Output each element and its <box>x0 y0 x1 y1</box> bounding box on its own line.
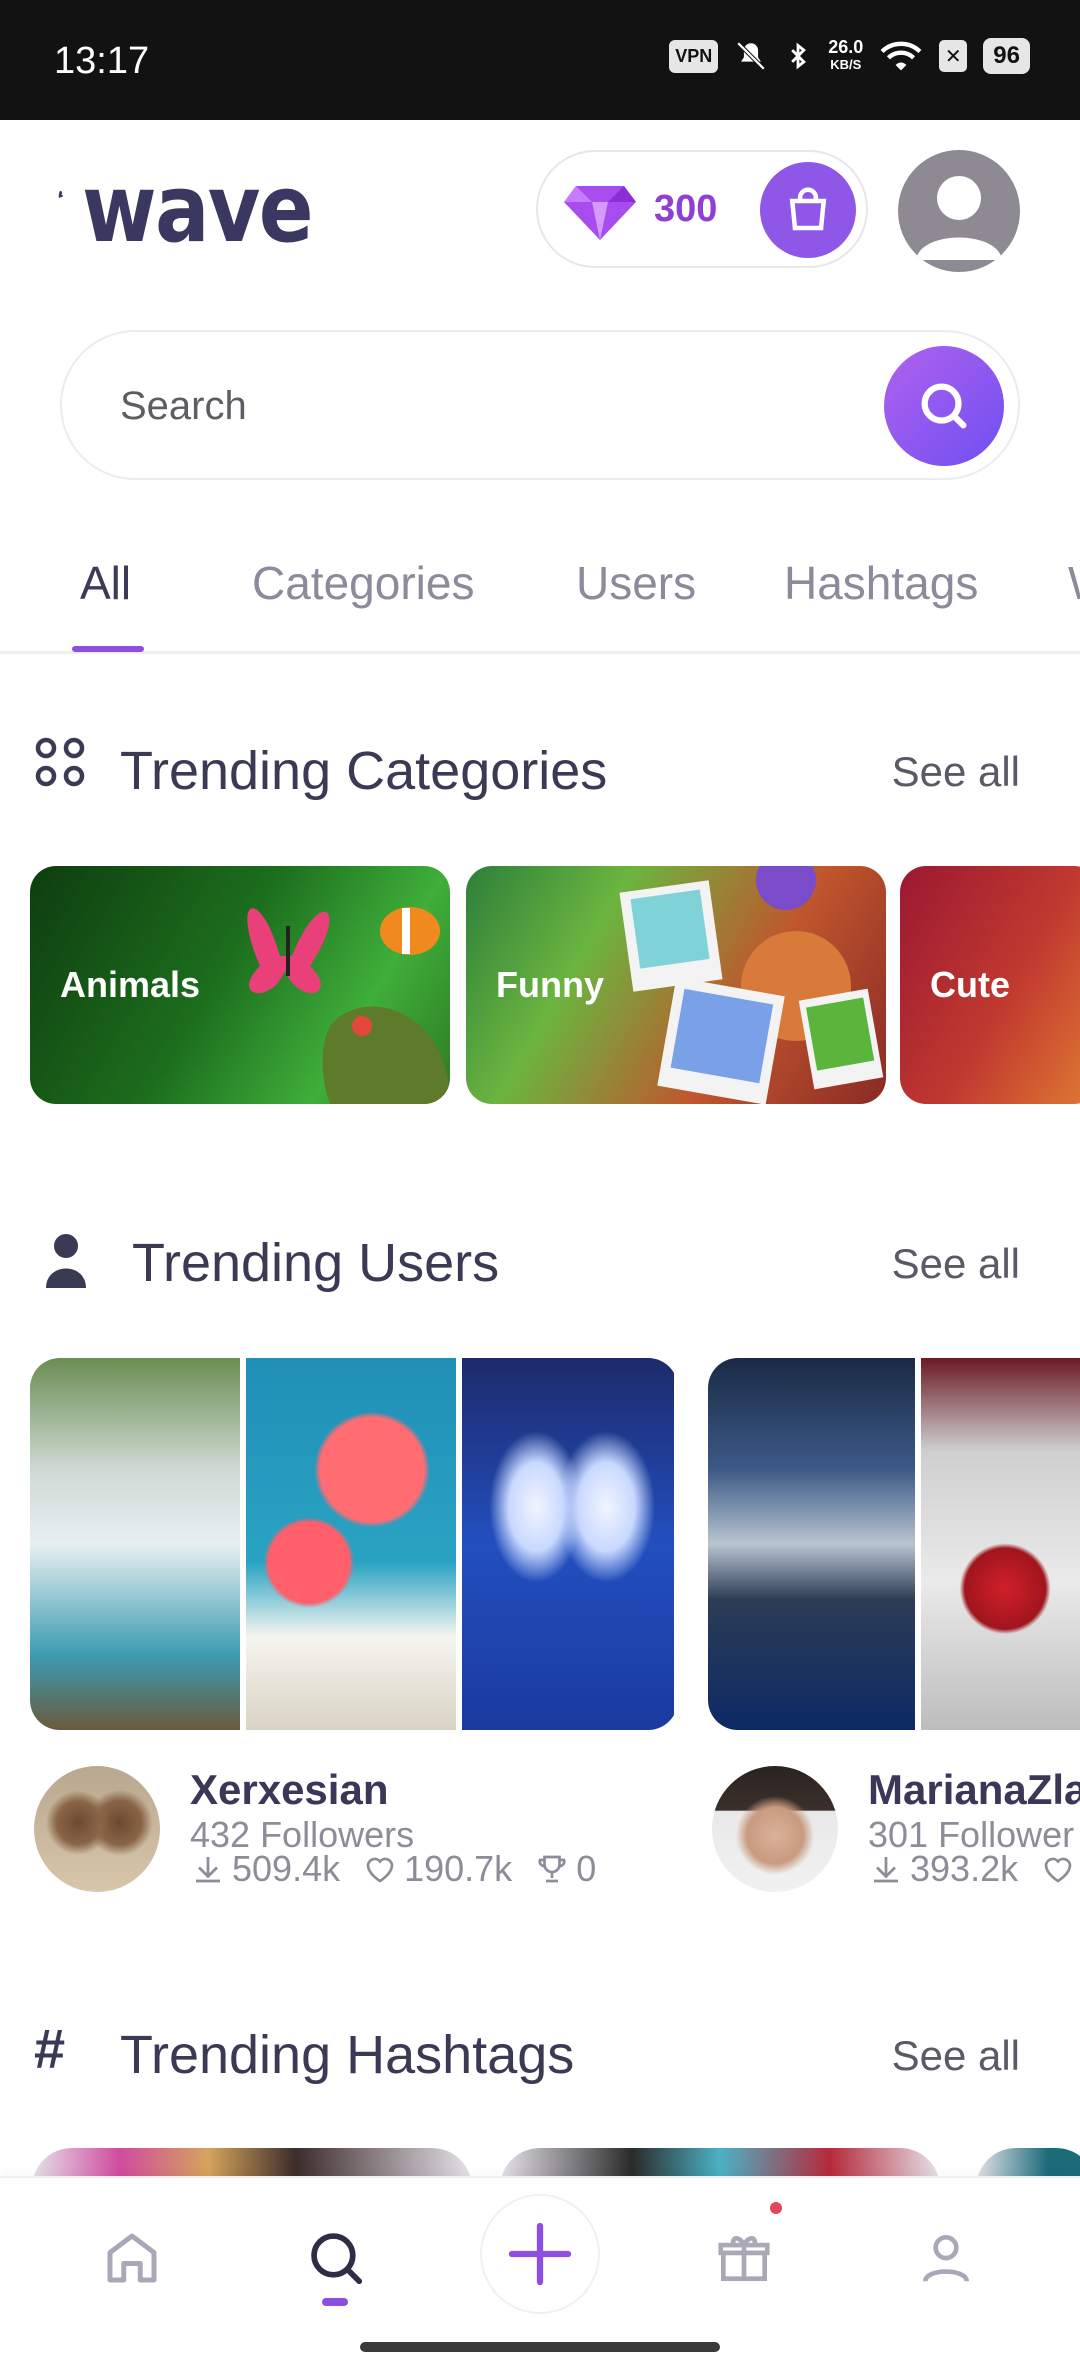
shopping-bag-icon <box>789 187 827 231</box>
home-icon <box>107 2233 157 2283</box>
wallpaper-thumbnail-peacocks[interactable] <box>462 1358 674 1730</box>
filter-tabs: All Categories Users Hashtags W <box>0 540 1080 654</box>
downloads-count: 509.4k <box>232 1848 341 1889</box>
network-speed: 26.0 KB/S <box>828 38 863 74</box>
active-nav-indicator <box>322 2298 348 2306</box>
active-tab-indicator <box>72 646 144 652</box>
gem-balance-pill[interactable]: 300 <box>536 150 868 268</box>
net-speed-value: 26.0 <box>828 37 864 57</box>
heart-icon <box>1044 1857 1072 1883</box>
category-label: Cute <box>930 964 1010 1005</box>
app-logo: wave <box>82 155 314 264</box>
likes-stat: 190.7k <box>362 1848 512 1890</box>
search-input[interactable] <box>120 376 880 436</box>
user-name[interactable]: Xerxesian <box>190 1766 388 1814</box>
likes-count: 190.7k <box>404 1848 513 1889</box>
status-time: 13:17 <box>54 40 150 82</box>
user-gallery-xerxesian[interactable] <box>30 1358 678 1730</box>
user-card-xerxesian[interactable]: Xerxesian 432 Followers 509.4k 190.7k 0 <box>34 1766 674 1896</box>
trophy-icon <box>538 1855 566 1883</box>
see-all-hashtags-link[interactable]: See all <box>892 2032 1020 2080</box>
create-button[interactable] <box>480 2194 600 2314</box>
heart-icon <box>366 1857 394 1883</box>
gem-icon <box>564 186 636 240</box>
tab-all[interactable]: All <box>80 556 131 610</box>
downloads-stat: 393.2k <box>868 1848 1018 1890</box>
battery-level: 96 <box>983 38 1030 74</box>
nav-gifts[interactable] <box>704 2218 784 2298</box>
tab-users[interactable]: Users <box>576 556 696 610</box>
vpn-badge: VPN <box>669 39 719 73</box>
nav-search[interactable] <box>296 2218 376 2298</box>
downloads-stat: 509.4k <box>190 1848 340 1890</box>
person-icon <box>46 1234 86 1288</box>
default-avatar-icon <box>916 176 1002 260</box>
status-icons: VPN 26.0 KB/S ✕ 96 <box>669 38 1030 74</box>
user-avatar[interactable] <box>712 1766 838 1892</box>
user-card-marianazla[interactable]: MarianaZla 301 Follower 393.2k <box>712 1766 1080 1896</box>
section-title-trending-categories: Trending Categories <box>120 741 608 801</box>
download-icon <box>196 1857 220 1883</box>
shop-button[interactable] <box>760 162 856 258</box>
profile-icon <box>923 2235 969 2283</box>
gift-icon <box>718 2235 770 2281</box>
category-label: Animals <box>60 964 201 1005</box>
user-stats: 393.2k <box>868 1848 1076 1890</box>
wifi-icon <box>880 41 922 71</box>
user-stats: 509.4k 190.7k 0 <box>190 1848 596 1890</box>
hashtag-icon: # <box>34 2017 66 2080</box>
bluetooth-icon <box>791 42 807 70</box>
nav-profile[interactable] <box>906 2218 986 2298</box>
trophies-count: 0 <box>576 1848 597 1889</box>
wallpaper-thumbnail-zipper-heart[interactable] <box>920 1358 1080 1730</box>
user-gallery-marianazla[interactable] <box>708 1358 1080 1730</box>
trophies-stat: 0 <box>534 1848 596 1890</box>
x-box-icon: ✕ <box>939 40 968 72</box>
mute-bell-icon <box>736 41 766 71</box>
tab-hashtags[interactable]: Hashtags <box>784 556 978 610</box>
gift-notification-dot <box>770 2202 782 2214</box>
wallpaper-thumbnail-waterfall[interactable] <box>30 1358 240 1730</box>
gesture-home-bar[interactable] <box>360 2342 720 2352</box>
category-card-animals[interactable]: Animals <box>30 866 450 1104</box>
net-speed-unit: KB/S <box>830 57 862 72</box>
tab-more[interactable]: W <box>1068 556 1080 610</box>
wallpaper-thumbnail-fish[interactable] <box>246 1358 456 1730</box>
category-label: Funny <box>496 964 604 1005</box>
search-icon <box>921 383 967 429</box>
category-card-cute[interactable]: Cute <box>900 866 1080 1104</box>
see-all-users-link[interactable]: See all <box>892 1240 1020 1288</box>
user-avatar[interactable] <box>34 1766 160 1892</box>
status-bar: 13:17 VPN 26.0 KB/S ✕ 96 <box>0 0 1080 120</box>
search-icon <box>311 2233 363 2285</box>
search-bar <box>60 330 1020 480</box>
download-icon <box>874 1857 898 1883</box>
category-card-funny[interactable]: Funny <box>466 866 886 1104</box>
section-title-trending-hashtags: Trending Hashtags <box>120 2025 575 2085</box>
search-button[interactable] <box>884 346 1004 466</box>
plus-icon <box>508 2222 572 2286</box>
likes-stat <box>1040 1851 1076 1887</box>
profile-avatar-button[interactable] <box>898 150 1020 272</box>
nav-home[interactable] <box>92 2218 172 2298</box>
wallpaper-thumbnail-car[interactable] <box>708 1358 915 1730</box>
downloads-count: 393.2k <box>910 1848 1019 1889</box>
user-name[interactable]: MarianaZla <box>868 1766 1080 1814</box>
gem-count: 300 <box>654 188 718 230</box>
tab-categories[interactable]: Categories <box>252 556 474 610</box>
see-all-categories-link[interactable]: See all <box>892 748 1020 796</box>
section-title-trending-users: Trending Users <box>132 1233 500 1293</box>
grid-icon <box>35 737 85 787</box>
